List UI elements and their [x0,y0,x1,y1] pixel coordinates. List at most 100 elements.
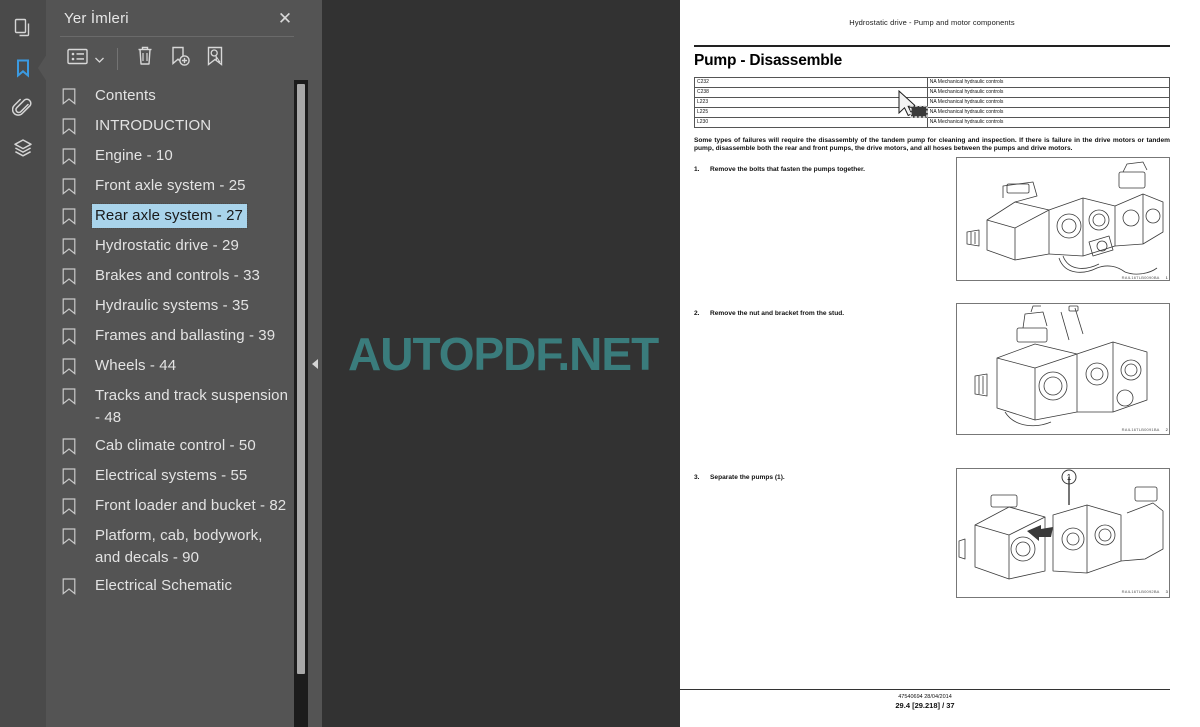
bookmark-label: Frames and ballasting - 39 [95,327,276,344]
bookmark-item[interactable]: Wheels - 44 [46,352,308,382]
trash-delete-icon [135,45,155,72]
spec-desc-cell: NA Mechanical hydraulic controls [926,116,1171,128]
bookmark-item[interactable]: Front loader and bucket - 82 [46,492,308,522]
bookmark-item[interactable]: INTRODUCTION [46,112,308,142]
step-text-1: 1. Remove the bolts that fasten the pump… [694,165,938,174]
rail-item-bookmarks[interactable] [0,48,47,88]
spec-model-cell: L230 [694,116,928,128]
running-header: Hydrostatic drive - Pump and motor compo… [849,18,1015,27]
bookmark-label: Front loader and bucket - 82 [95,497,287,514]
bookmark-item[interactable]: Electrical Schematic [46,572,308,602]
bookmark-item[interactable]: Electrical systems - 55 [46,462,308,492]
bookmark-item[interactable]: Contents [46,82,308,112]
bookmark-item[interactable]: Platform, cab, bodywork, and decals - 90 [46,522,308,572]
chevron-down-icon [94,50,104,68]
list-options-icon [66,48,88,70]
rail-item-layers[interactable] [0,128,46,168]
figure-3: 1 [956,467,1170,598]
header-rule [694,45,1170,47]
step-number-2: 2. [694,309,700,317]
bookmark-icon [62,234,92,260]
svg-text:1: 1 [1067,473,1072,482]
spec-model-cell: C238 [694,86,928,98]
figure-number-2: 2 [1165,426,1168,432]
bookmarks-scrollbar[interactable] [294,80,308,727]
step-block-3: 3. Separate the pumps (1). 1 RAIL16TLB00… [694,467,1170,623]
bookmark-item[interactable]: Frames and ballasting - 39 [46,322,308,352]
figure-1 [956,156,1170,281]
delete-bookmark-button[interactable] [130,44,160,74]
bookmark-icon [62,464,92,490]
pages-thumbnails-icon [12,17,34,39]
bookmark-label: INTRODUCTION [95,117,212,134]
bookmark-item[interactable]: Engine - 10 [46,142,308,172]
spec-desc-cell: NA Mechanical hydraulic controls [926,96,1171,108]
bookmark-pointer-icon [204,45,226,72]
bookmark-label: Tracks and track suspension - 48 [95,387,289,426]
document-viewer: Hydrostatic drive - Pump and motor compo… [308,0,1200,727]
spec-model-cell: L225 [694,106,928,118]
close-panel-button[interactable]: ✕ [274,7,296,29]
bookmark-icon [62,264,92,290]
bookmark-item[interactable]: Rear axle system - 27 [46,202,308,232]
step-label-2: Remove the nut and bracket from the stud… [710,309,845,317]
table-row: C232 NA Mechanical hydraulic controls [694,76,1171,88]
bookmark-item[interactable]: Brakes and controls - 33 [46,262,308,292]
bookmark-label: Electrical Schematic [95,577,233,594]
spec-model-cell: C232 [694,76,928,88]
rail-item-thumbnails[interactable] [0,8,46,48]
bookmark-icon [62,434,92,460]
panel-header: Yer İmleri ✕ [46,0,308,36]
pdf-page: Hydrostatic drive - Pump and motor compo… [680,0,1200,727]
spec-table: C232 NA Mechanical hydraulic controls C238… [694,76,1171,128]
spec-desc-cell: NA Mechanical hydraulic controls [926,86,1171,98]
paperclip-attachments-icon [12,97,34,119]
step-block-1: 1. Remove the bolts that fasten the pump… [694,156,1170,295]
figure-number-1: 1 [1165,274,1168,280]
bookmarks-scrollbar-thumb[interactable] [297,84,305,674]
bookmark-label: Brakes and controls - 33 [95,267,260,284]
select-bookmark-button[interactable] [200,44,230,74]
bookmark-options-caret[interactable] [93,46,105,72]
table-row: L223 NA Mechanical hydraulic controls [694,96,1171,108]
bookmark-item[interactable]: Front axle system - 25 [46,172,308,202]
rail-item-attachments[interactable] [0,88,46,128]
table-row: C238 NA Mechanical hydraulic controls [694,86,1171,98]
bookmark-options-button[interactable] [62,44,92,74]
bookmark-icon [62,494,92,520]
step-label-1: Remove the bolts that fasten the pumps t… [710,165,865,173]
bookmark-icon [62,204,92,230]
step-number-3: 3. [694,473,700,481]
bookmarks-list-container: Contents INTRODUCTION Engine - 10 Front axl… [46,80,308,727]
bookmark-item[interactable]: Cab climate control - 50 [46,432,308,462]
step-text-3: 3. Separate the pumps (1). [694,473,938,482]
page-footer: 47540694 28/04/2014 29.4 [29.218] / 37 [680,689,1170,711]
new-bookmark-button[interactable] [165,44,195,74]
bookmark-icon [62,84,92,110]
bookmark-icon [62,524,92,550]
spec-desc-cell: NA Mechanical hydraulic controls [926,76,1171,88]
figure-caption-text-2: RAIL16TLB0091BA [1121,426,1160,432]
add-bookmark-icon [169,45,191,72]
bookmark-label: Engine - 10 [95,147,173,164]
layers-icon [12,137,34,159]
bookmark-icon [62,174,92,200]
bookmark-item[interactable]: Hydraulic systems - 35 [46,292,308,322]
bookmark-icon [62,574,92,600]
bookmark-label: Cab climate control - 50 [95,437,256,454]
bookmark-icon [62,384,92,410]
page-reference: 29.4 [29.218] / 37 [895,701,955,710]
bookmark-icon [12,57,34,79]
collapse-sidebar-button[interactable] [308,0,322,727]
bookmark-item[interactable]: Hydrostatic drive - 29 [46,232,308,262]
bookmark-item[interactable]: Tracks and track suspension - 48 [46,382,308,432]
figure-2 [956,302,1170,435]
step-block-2: 2. Remove the nut and bracket from the s… [694,302,1170,459]
spec-model-cell: L223 [694,96,928,108]
watermark-text: AUTOPDF.NET [348,328,659,380]
bookmark-icon [62,294,92,320]
bookmark-icon [62,144,92,170]
spec-desc-cell: NA Mechanical hydraulic controls [926,106,1171,118]
panel-title: Yer İmleri [64,9,129,27]
bookmark-label: Front axle system - 25 [95,177,246,194]
